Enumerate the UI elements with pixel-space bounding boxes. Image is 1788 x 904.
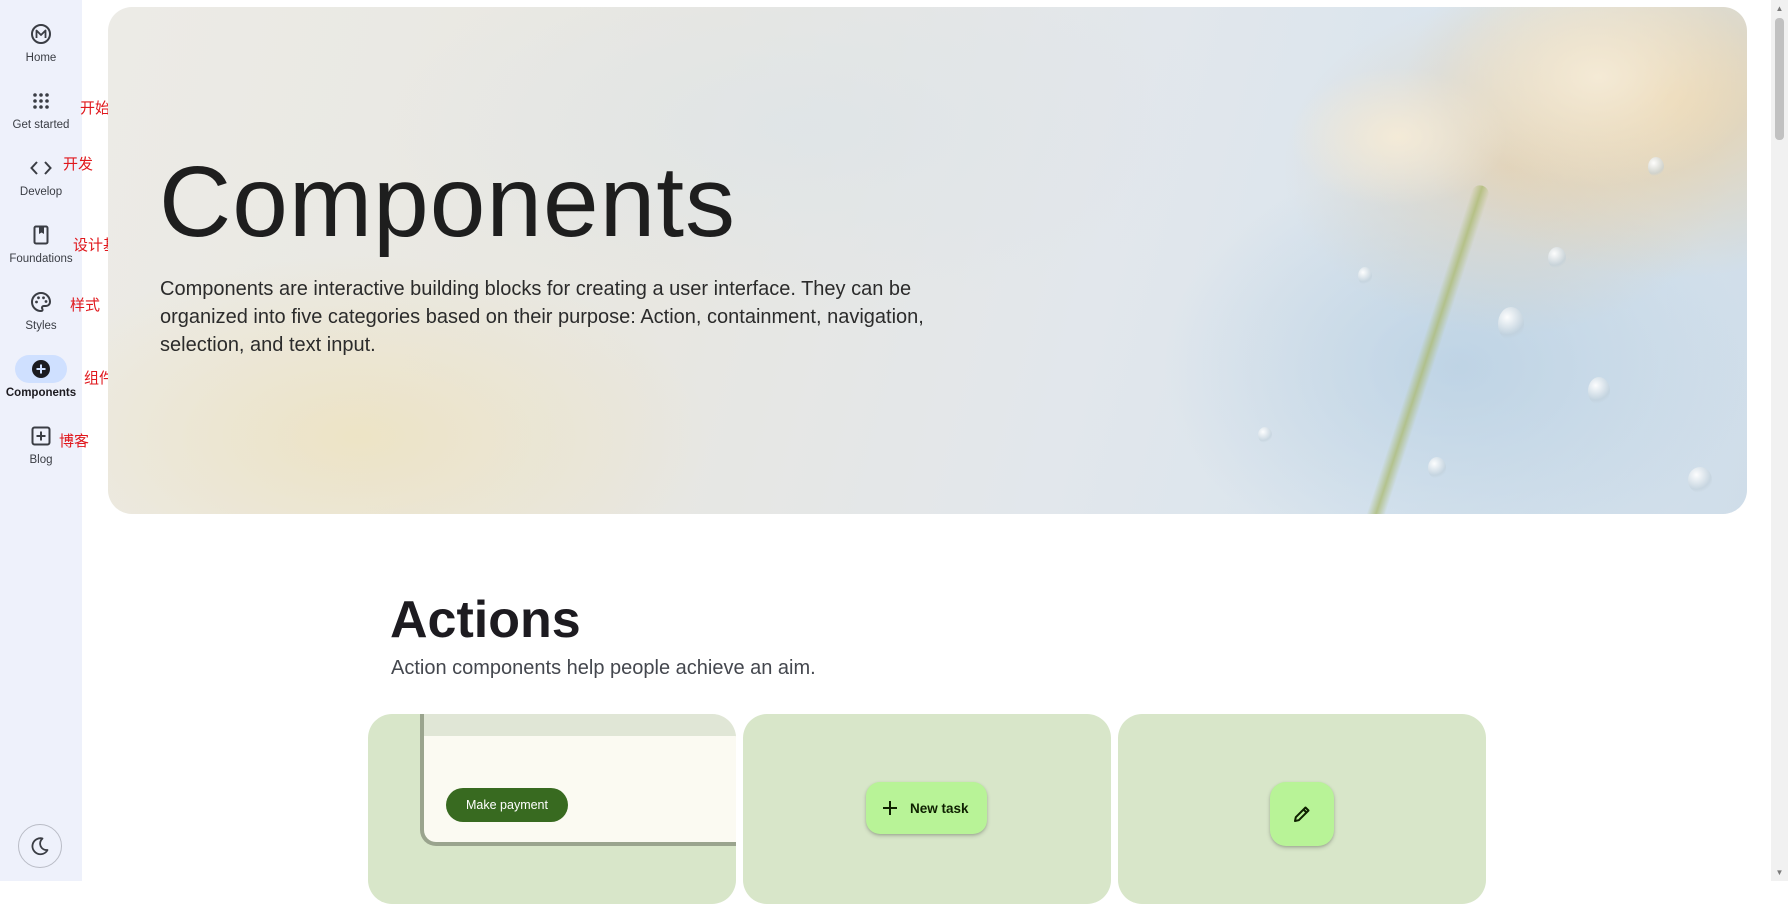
new-task-label: New task [910,800,969,816]
add-circle-icon [15,355,67,383]
edit-fab[interactable] [1270,782,1334,846]
page-title: Components [159,146,736,258]
pencil-icon [1294,806,1310,822]
dark-mode-moon-icon [31,837,49,856]
nav-item-foundations[interactable]: Foundations [0,221,82,277]
scroll-up-arrow-icon[interactable]: ▲ [1771,0,1788,17]
nav-label-home: Home [25,52,57,64]
annotation-get-started: 开始 [80,99,111,117]
component-card-fab[interactable] [1118,714,1486,904]
nav-label-get-started: Get started [12,119,70,131]
hero-water-drop [1648,157,1664,177]
section-title-actions: Actions [390,591,581,649]
component-card-buttons[interactable]: Make payment [368,714,736,904]
make-payment-button[interactable]: Make payment [446,788,568,822]
section-description-actions: Action components help people achieve an… [391,657,816,679]
nav-item-components[interactable]: Components [0,355,82,411]
hero-water-drop [1688,467,1712,493]
code-brackets-icon [15,154,67,182]
hero-water-drop [1588,377,1610,405]
apps-grid-icon [15,87,67,115]
hero-water-drop [1548,247,1566,269]
component-card-extended-fab[interactable]: New task [743,714,1111,904]
hero-water-drop [1498,307,1524,341]
m3-logo-icon [15,20,67,48]
theme-toggle-button[interactable] [18,824,62,868]
vertical-scrollbar[interactable]: ▲ ▼ [1771,0,1788,881]
annotation-styles: 样式 [70,296,101,314]
plus-icon [883,801,897,815]
nav-item-home[interactable]: Home [0,20,82,76]
nav-label-blog: Blog [29,454,53,466]
annotation-blog: 博客 [59,432,90,450]
palette-icon [15,288,67,316]
hero-banner: Components Components are interactive bu… [108,7,1747,514]
page-description: Components are interactive building bloc… [160,278,924,356]
scroll-down-arrow-icon[interactable]: ▼ [1771,864,1788,881]
book-icon [15,221,67,249]
nav-label-styles: Styles [25,320,57,332]
hero-flower-stem [1362,183,1492,514]
new-task-extended-fab[interactable]: New task [866,782,987,834]
mock-dialog-illustration: Make payment [420,714,736,846]
hero-water-drop [1258,427,1272,443]
nav-label-components: Components [5,387,77,399]
nav-label-foundations: Foundations [9,253,73,265]
nav-item-get-started[interactable]: Get started [0,87,82,143]
nav-label-develop: Develop [19,186,63,198]
scrollbar-thumb[interactable] [1775,18,1784,140]
annotation-develop: 开发 [63,155,94,173]
mock-dialog-topbar [424,714,736,736]
hero-water-drop [1358,267,1372,285]
hero-water-drop [1428,457,1446,479]
